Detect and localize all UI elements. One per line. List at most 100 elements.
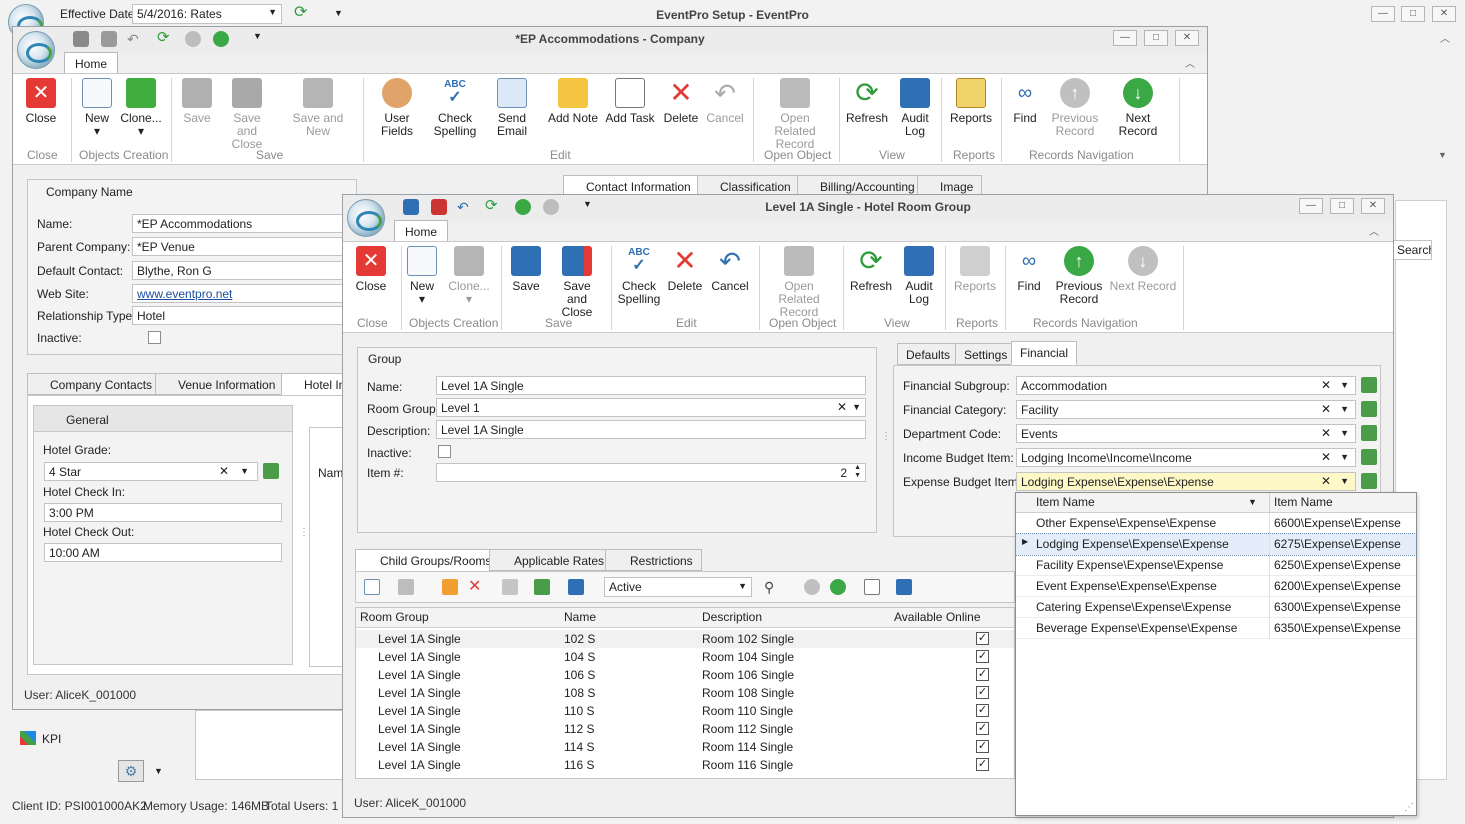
info-icon[interactable] — [568, 579, 584, 595]
refresh-button[interactable]: ⟳ Refresh — [845, 78, 889, 125]
dropdown-option[interactable]: Event Expense\Expense\Expense 6200\Expens… — [1016, 576, 1416, 597]
item-number-stepper[interactable]: 2 ▲ ▼ — [436, 463, 866, 482]
chevron-down-icon[interactable]: ▼ — [154, 766, 163, 776]
maximize-button[interactable]: □ — [1144, 30, 1168, 46]
available-online-checkbox[interactable]: ✓ — [976, 758, 989, 771]
department-code-select[interactable]: Events ✕ ▼ — [1016, 424, 1356, 443]
tab-settings[interactable]: Settings — [955, 343, 1017, 365]
available-online-checkbox[interactable]: ✓ — [976, 632, 989, 645]
available-online-checkbox[interactable]: ✓ — [976, 704, 989, 717]
chevron-down-icon[interactable]: ▼ — [240, 466, 249, 476]
search-button[interactable]: Search — [1392, 240, 1432, 260]
new-button[interactable]: New ▾ — [77, 78, 117, 138]
open-related-record-button[interactable]: Open Related Record — [759, 78, 831, 151]
reports-button[interactable]: Reports — [951, 246, 999, 293]
close-window-button[interactable]: ✕ — [1361, 198, 1385, 214]
send-email-button[interactable]: Send Email — [483, 78, 541, 138]
expand-arrow-icon[interactable]: ▼ — [1438, 150, 1447, 160]
close-button[interactable]: ✕ Close — [353, 246, 389, 293]
collapse-ribbon-icon[interactable]: ︿ — [1185, 55, 1195, 70]
move-down-icon[interactable] — [830, 579, 846, 595]
tab-home[interactable]: Home — [394, 220, 449, 242]
tab-restrictions[interactable]: Restrictions — [605, 549, 702, 571]
column-header-room-group[interactable]: Room Group — [360, 610, 429, 624]
gear-icon[interactable]: ⚙ — [118, 760, 144, 782]
available-online-checkbox[interactable]: ✓ — [976, 650, 989, 663]
chevron-down-icon[interactable]: ▼ — [1340, 380, 1349, 390]
tab-child-groups-rooms[interactable]: Child Groups/Rooms — [355, 549, 501, 571]
minimize-button[interactable]: — — [1299, 198, 1323, 214]
open-related-record-button[interactable]: Open Related Record — [763, 246, 835, 319]
chevron-down-icon[interactable]: ▼ — [738, 581, 747, 591]
check-spelling-button[interactable]: ABC ✓ Check Spelling — [617, 246, 661, 306]
lookup-icon[interactable] — [263, 463, 279, 479]
table-row[interactable]: Level 1A Single 104 S Room 104 Single ✓ — [356, 648, 1014, 666]
next-record-button[interactable]: ↓ Next Record — [1109, 246, 1177, 293]
save-and-close-button[interactable]: Save and Close — [221, 78, 273, 151]
table-row[interactable]: Level 1A Single 106 S Room 106 Single ✓ — [356, 666, 1014, 684]
web-site-field[interactable]: www.eventpro.net — [132, 284, 362, 303]
tab-defaults[interactable]: Defaults — [897, 343, 960, 365]
chevron-down-icon[interactable]: ▼ — [1340, 452, 1349, 462]
chevron-down-icon[interactable]: ▼ — [852, 402, 861, 412]
kpi-label[interactable]: KPI — [42, 732, 61, 746]
spin-icon[interactable]: ▲ ▼ — [854, 464, 861, 480]
clear-icon[interactable]: ✕ — [837, 400, 847, 414]
save-and-new-button[interactable]: Save and New — [281, 78, 355, 138]
table-row[interactable]: Level 1A Single 102 S Room 102 Single ✓ — [356, 630, 1014, 648]
chevron-down-icon[interactable]: ▼ — [1340, 428, 1349, 438]
income-budget-item-select[interactable]: Lodging Income\Income\Income ✕ ▼ — [1016, 448, 1356, 467]
tab-applicable-rates[interactable]: Applicable Rates — [489, 549, 614, 571]
new-button[interactable]: New ▾ — [403, 246, 441, 306]
minimize-button[interactable]: — — [1371, 6, 1395, 22]
delete-row-icon[interactable]: ✕ — [468, 579, 484, 595]
close-window-button[interactable]: ✕ — [1175, 30, 1199, 46]
collapse-ribbon-icon[interactable]: ︿ — [1369, 223, 1379, 238]
default-contact-field[interactable]: Blythe, Ron G — [132, 261, 362, 280]
table-row[interactable]: Level 1A Single 108 S Room 108 Single ✓ — [356, 684, 1014, 702]
print-icon[interactable] — [502, 579, 518, 595]
hotel-check-out-field[interactable]: 10:00 AM — [44, 543, 282, 562]
tab-home[interactable]: Home — [64, 52, 119, 74]
check-spelling-button[interactable]: ABC ✓ Check Spelling — [433, 78, 477, 138]
copy-icon[interactable] — [398, 579, 414, 595]
splitter-handle[interactable]: ⋮ — [299, 527, 309, 538]
move-up-icon[interactable] — [804, 579, 820, 595]
table-row[interactable]: Level 1A Single 114 S Room 114 Single ✓ — [356, 738, 1014, 756]
parent-company-field[interactable]: *EP Venue — [132, 237, 362, 256]
column-header-name[interactable]: Name — [564, 610, 596, 624]
clear-icon[interactable]: ✕ — [219, 464, 229, 478]
maximize-button[interactable]: □ — [1401, 6, 1425, 22]
tab-hotel-information[interactable]: Hotel In — [281, 373, 345, 395]
column-header-available-online[interactable]: Available Online — [894, 610, 981, 624]
user-fields-button[interactable]: User Fields — [369, 78, 425, 138]
minimize-button[interactable]: — — [1113, 30, 1137, 46]
hotel-grade-select[interactable]: 4 Star ✕ ▼ — [44, 462, 258, 481]
export-icon[interactable] — [896, 579, 912, 595]
available-online-checkbox[interactable]: ✓ — [976, 668, 989, 681]
delete-button[interactable]: ✕ Delete — [665, 246, 705, 293]
clear-icon[interactable]: ✕ — [1321, 450, 1331, 464]
add-note-button[interactable]: Add Note — [547, 78, 599, 125]
dropdown-option[interactable]: Facility Expense\Expense\Expense 6250\Exp… — [1016, 555, 1416, 576]
find-button[interactable]: ∞ Find — [1011, 246, 1047, 293]
maximize-button[interactable]: □ — [1330, 198, 1354, 214]
room-group-select[interactable]: Level 1 ✕ ▼ — [436, 398, 866, 417]
clear-icon[interactable]: ✕ — [1321, 402, 1331, 416]
dropdown-option[interactable]: Catering Expense\Expense\Expense 6300\Exp… — [1016, 597, 1416, 618]
save-button[interactable]: Save — [507, 246, 545, 293]
splitter-handle[interactable]: ⋮ — [881, 431, 891, 442]
lookup-icon[interactable] — [1361, 473, 1377, 489]
financial-category-select[interactable]: Facility ✕ ▼ — [1016, 400, 1356, 419]
company-name-field[interactable]: *EP Accommodations — [132, 214, 362, 233]
lookup-icon[interactable] — [1361, 401, 1377, 417]
dropdown-option[interactable]: Beverage Expense\Expense\Expense 6350\Exp… — [1016, 618, 1416, 639]
lookup-icon[interactable] — [1361, 425, 1377, 441]
close-window-button[interactable]: ✕ — [1432, 6, 1456, 22]
grid-view-icon[interactable] — [534, 579, 550, 595]
save-and-close-button[interactable]: Save and Close — [551, 246, 603, 319]
table-row[interactable]: Level 1A Single 112 S Room 112 Single ✓ — [356, 720, 1014, 738]
relationship-type-field[interactable]: Hotel — [132, 306, 362, 325]
financial-subgroup-select[interactable]: Accommodation ✕ ▼ — [1016, 376, 1356, 395]
available-online-checkbox[interactable]: ✓ — [976, 686, 989, 699]
